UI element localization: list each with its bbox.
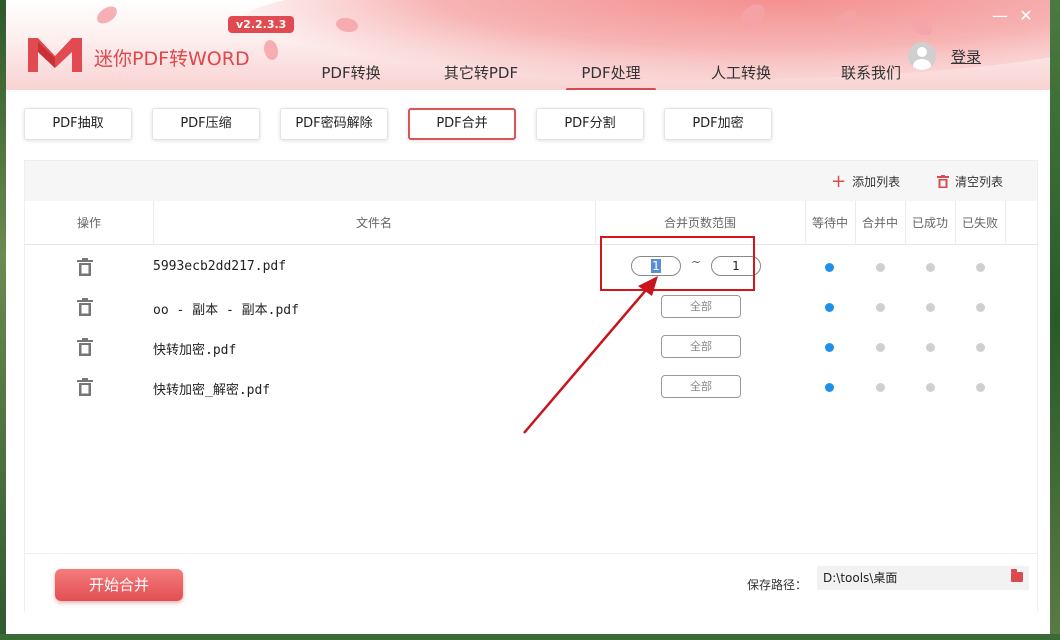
range-all-button[interactable]: 全部 (661, 375, 741, 398)
annotation-highlight-box (600, 236, 755, 291)
status-waiting-dot (825, 383, 834, 392)
nav-item-pdf-convert[interactable]: PDF转换 (286, 62, 416, 89)
status-merging-dot (876, 383, 885, 392)
save-path-value: D:\tools\桌面 (823, 571, 898, 585)
desktop-background-right (1050, 0, 1060, 640)
close-icon[interactable]: ✕ (1016, 6, 1036, 26)
subtab-pdf-decrypt[interactable]: PDF密码解除 (280, 108, 388, 140)
desktop-background-bottom (0, 634, 1060, 640)
status-waiting-dot (825, 303, 834, 312)
minimize-icon[interactable]: — (990, 6, 1010, 26)
trash-icon (937, 174, 949, 188)
petal-decoration (94, 4, 120, 26)
add-list-button[interactable]: + 添加列表 (831, 170, 901, 192)
range-all-button[interactable]: 全部 (661, 335, 741, 358)
login-link[interactable]: 登录 (951, 46, 981, 67)
header-divider (1005, 201, 1006, 245)
header-success: 已成功 (911, 216, 948, 230)
subtab-pdf-extract[interactable]: PDF抽取 (24, 108, 132, 140)
header-waiting: 等待中 (811, 216, 848, 230)
status-merging-dot (876, 263, 885, 272)
merge-panel: + 添加列表 清空列表 操作 文件名 合并页数范围 等待中 合并中 已成功 已失… (24, 160, 1038, 613)
file-name: 快转加密.pdf (153, 343, 237, 358)
delete-file-icon[interactable] (77, 258, 93, 276)
main-nav: PDF转换 其它转PDF PDF处理 人工转换 联系我们 (286, 62, 936, 90)
add-list-label: 添加列表 (852, 175, 901, 189)
subtab-pdf-compress[interactable]: PDF压缩 (152, 108, 260, 140)
clear-list-button[interactable]: 清空列表 (937, 173, 1003, 190)
header-filename: 文件名 (355, 216, 392, 230)
start-merge-button[interactable]: 开始合并 (55, 569, 183, 601)
table-row: 快转加密.pdf 全部 (25, 327, 1037, 367)
range-all-button[interactable]: 全部 (661, 295, 741, 318)
status-success-dot (926, 303, 935, 312)
user-avatar-icon[interactable] (908, 42, 936, 70)
subtab-pdf-merge[interactable]: PDF合并 (408, 108, 516, 140)
plus-icon: + (831, 170, 847, 192)
status-waiting-dot (825, 263, 834, 272)
status-success-dot (926, 343, 935, 352)
status-waiting-dot (825, 343, 834, 352)
sub-tabs: PDF抽取 PDF压缩 PDF密码解除 PDF合并 PDF分割 PDF加密 (24, 108, 792, 140)
status-failed-dot (976, 383, 985, 392)
subtab-pdf-encrypt[interactable]: PDF加密 (664, 108, 772, 140)
clear-list-label: 清空列表 (955, 175, 1004, 189)
file-name: 5993ecb2dd217.pdf (153, 259, 287, 274)
delete-file-icon[interactable] (77, 338, 93, 356)
header-failed: 已失败 (961, 216, 998, 230)
table-row: 快转加密_解密.pdf 全部 (25, 367, 1037, 407)
folder-icon[interactable] (1011, 569, 1023, 582)
file-name: oo - 副本 - 副本.pdf (153, 303, 299, 318)
app-logo-icon (28, 38, 82, 72)
table-row: 5993ecb2dd217.pdf 1 ~ 1 (25, 247, 1037, 287)
header-operation: 操作 (76, 216, 101, 230)
header: 迷你PDF转WORD v2.2.3.3 PDF转换 其它转PDF PDF处理 人… (6, 0, 1050, 90)
header-merging: 合并中 (861, 216, 898, 230)
save-path-field[interactable]: D:\tools\桌面 (817, 566, 1029, 590)
status-merging-dot (876, 343, 885, 352)
delete-file-icon[interactable] (77, 298, 93, 316)
table-row: oo - 副本 - 副本.pdf 全部 (25, 287, 1037, 327)
subtab-pdf-split[interactable]: PDF分割 (536, 108, 644, 140)
app-name: 迷你PDF转WORD (94, 48, 250, 70)
status-merging-dot (876, 303, 885, 312)
status-failed-dot (976, 303, 985, 312)
status-success-dot (926, 263, 935, 272)
version-badge: v2.2.3.3 (228, 16, 295, 33)
nav-item-manual-convert[interactable]: 人工转换 (676, 62, 806, 89)
footer-bar: 开始合并 保存路径： D:\tools\桌面 (25, 553, 1037, 613)
nav-item-pdf-process[interactable]: PDF处理 (546, 62, 676, 90)
nav-item-other-to-pdf[interactable]: 其它转PDF (416, 62, 546, 89)
table-header: 操作 文件名 合并页数范围 等待中 合并中 已成功 已失败 (25, 201, 1037, 245)
delete-file-icon[interactable] (77, 378, 93, 396)
status-success-dot (926, 383, 935, 392)
save-path-label: 保存路径： (747, 578, 808, 592)
status-failed-dot (976, 343, 985, 352)
status-failed-dot (976, 263, 985, 272)
list-toolbar: + 添加列表 清空列表 (25, 161, 1037, 201)
file-name: 快转加密_解密.pdf (153, 383, 271, 398)
app-window: 迷你PDF转WORD v2.2.3.3 PDF转换 其它转PDF PDF处理 人… (6, 0, 1050, 634)
